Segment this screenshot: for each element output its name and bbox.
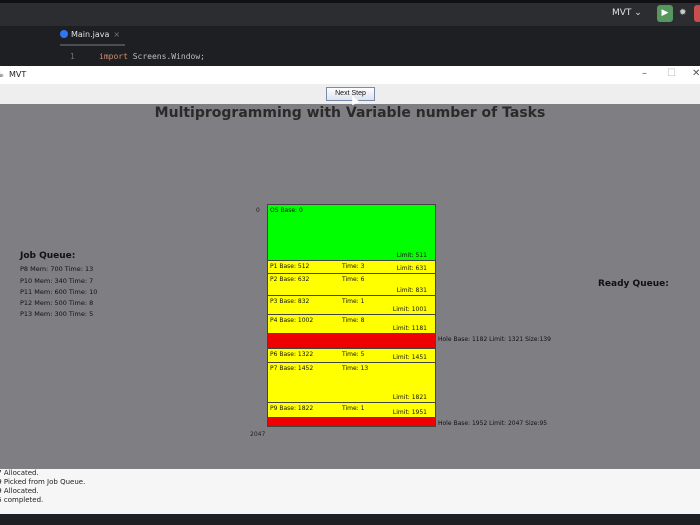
- memory-end-address: 2047: [250, 431, 265, 438]
- job-queue-item: P11 Mem: 600 Time: 10: [20, 288, 97, 296]
- debug-icon[interactable]: ✹: [679, 8, 687, 18]
- os-block: OS Base: 0Limit: 511: [267, 204, 436, 261]
- run-config-selector[interactable]: MVT ⌄: [612, 8, 642, 18]
- log-line: P5 completed.: [0, 496, 43, 505]
- log-line: P9 Allocated.: [0, 487, 39, 496]
- job-queue-item: P12 Mem: 500 Time: 8: [20, 299, 93, 307]
- run-button[interactable]: ▶: [657, 5, 673, 22]
- java-app-icon: ☕: [0, 70, 4, 79]
- maximize-button[interactable]: ☐: [667, 68, 676, 79]
- process-block-p4: P4 Base: 1002Time: 8Limit: 1181: [267, 314, 436, 334]
- memory-start-address: 0: [256, 207, 260, 214]
- stop-button[interactable]: [694, 5, 700, 22]
- java-file-icon: [60, 30, 68, 38]
- process-block-p9: P9 Base: 1822Time: 1Limit: 1951: [267, 402, 436, 418]
- code-editor[interactable]: 1 import Screens.Window;: [42, 48, 700, 66]
- line-number: 1: [70, 52, 75, 61]
- ide-top-edge: [0, 0, 700, 3]
- process-block-p3: P3 Base: 832Time: 1Limit: 1001: [267, 295, 436, 315]
- page-title: Multiprogramming with Variable number of…: [0, 105, 700, 121]
- job-queue-title: Job Queue:: [20, 251, 75, 261]
- log-line: P9 Picked from Job Queue.: [0, 478, 85, 487]
- tab-label: Main.java: [71, 30, 109, 39]
- hole-block: [267, 333, 436, 348]
- log-area[interactable]: P7 Allocated. P9 Picked from Job Queue. …: [0, 469, 700, 514]
- close-button[interactable]: ✕: [692, 68, 700, 79]
- minimize-button[interactable]: –: [642, 68, 647, 79]
- process-block-p2: P2 Base: 632Time: 6Limit: 831: [267, 273, 436, 296]
- hole-label: Hole Base: 1952 Limit: 2047 Size:95: [438, 420, 547, 427]
- process-block-p1: P1 Base: 512Time: 3Limit: 631: [267, 260, 436, 274]
- hole-block: [267, 417, 436, 427]
- window-titlebar: ☕ MVT – ☐ ✕: [0, 66, 700, 84]
- job-queue-item: P8 Mem: 700 Time: 13: [20, 265, 93, 273]
- close-tab-icon[interactable]: ×: [113, 30, 120, 39]
- process-block-p6: P6 Base: 1322Time: 5Limit: 1451: [267, 348, 436, 363]
- tab-main-java[interactable]: Main.java ×: [60, 30, 125, 46]
- run-config-label: MVT: [612, 8, 631, 18]
- job-queue-item: P10 Mem: 340 Time: 7: [20, 277, 93, 285]
- window-title: MVT: [9, 70, 26, 79]
- ready-queue-title: Ready Queue:: [598, 279, 669, 289]
- ide-toolbar: [0, 0, 700, 26]
- job-queue-item: P13 Mem: 300 Time: 5: [20, 310, 93, 318]
- hole-label: Hole Base: 1182 Limit: 1321 Size:139: [438, 336, 551, 343]
- log-line: P7 Allocated.: [0, 469, 39, 478]
- process-block-p7: P7 Base: 1452Time: 13Limit: 1821: [267, 362, 436, 403]
- code-line: import Screens.Window;: [99, 52, 205, 61]
